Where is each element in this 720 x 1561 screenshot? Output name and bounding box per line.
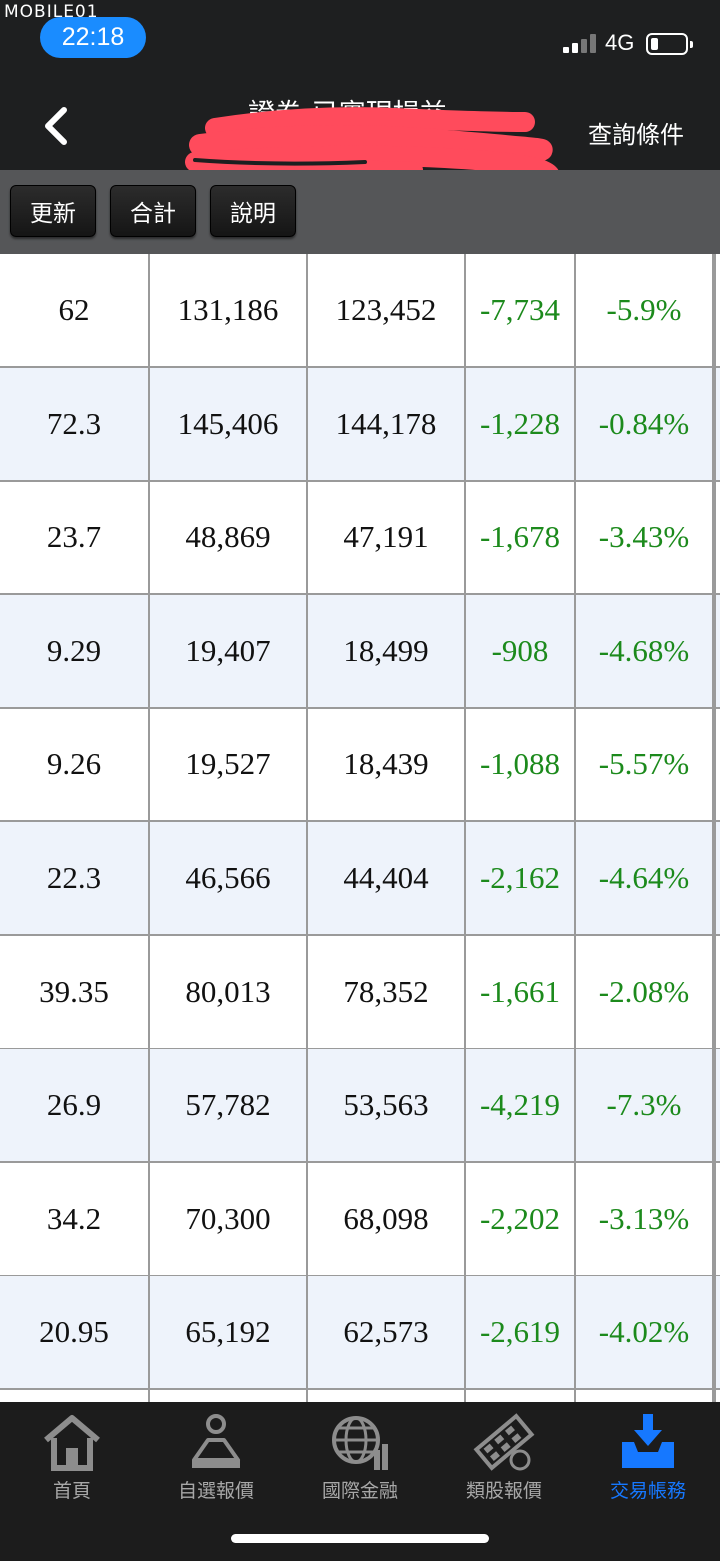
refresh-button[interactable]: 更新 [10,185,96,237]
proceeds-cell: 44,404 [308,822,466,934]
home-indicator[interactable] [231,1534,489,1543]
price-cell: 20.95 [0,1276,150,1388]
network-type: 4G [605,30,635,55]
table-row[interactable]: 26.9 57,782 53,563 -4,219 -7.3% [0,1049,720,1163]
return-pct-cell: -4.02% [576,1276,714,1388]
return-pct-cell: -3.13% [576,1163,714,1275]
price-cell: 22.3 [0,822,150,934]
toolbar: 更新 合計 說明 [0,170,720,254]
price-cell [0,1390,150,1402]
home-icon [44,1415,100,1471]
return-pct-cell [576,1390,714,1402]
realized-pnl-table[interactable]: 62 131,186 123,452 -7,734 -5.9% 72.3 145,406 14… [0,254,720,1402]
return-pct-cell: -2.08% [576,936,714,1048]
tab-label: 自選報價 [177,1480,254,1502]
tab-home[interactable]: 首頁 [0,1410,144,1510]
proceeds-cell: 18,499 [308,595,466,707]
pnl-cell: -2,619 [466,1276,576,1388]
pnl-cell: -4,219 [466,1049,576,1161]
price-cell: 23.7 [0,481,150,593]
table-row[interactable]: 20.95 65,192 62,573 -2,619 -4.02% [0,1276,720,1390]
cost-cell: 131,186 [150,254,308,366]
cost-cell: 48,869 [150,481,308,593]
cost-cell: 19,407 [150,595,308,707]
download-tray-icon [622,1414,674,1468]
pnl-cell: -1,228 [466,368,576,480]
return-pct-cell: -4.64% [576,822,714,934]
price-cell: 62 [0,254,150,366]
pnl-cell [466,1390,576,1402]
price-cell: 39.35 [0,936,150,1048]
globe-icon [332,1416,388,1470]
return-pct-cell: -7.3% [576,1049,714,1161]
pnl-cell: -1,661 [466,936,576,1048]
table-row[interactable]: 9.26 19,527 18,439 -1,088 -5.57% [0,708,720,822]
proceeds-cell: 47,191 [308,481,466,593]
return-pct-cell: -3.43% [576,481,714,593]
column-divider [714,254,716,1402]
tab-watchlist[interactable]: 自選報價 [144,1410,288,1510]
price-cell: 26.9 [0,1049,150,1161]
return-pct-cell: -0.84% [576,368,714,480]
table-row[interactable]: 34.2 70,300 68,098 -2,202 -3.13% [0,1163,720,1277]
pnl-cell: -7,734 [466,254,576,366]
table-row[interactable] [0,1390,720,1402]
proceeds-cell: 53,563 [308,1049,466,1161]
table-row[interactable]: 9.29 19,407 18,499 -908 -4.68% [0,595,720,709]
tab-label: 首頁 [52,1480,91,1502]
proceeds-cell: 123,452 [308,254,466,366]
cost-cell: 46,566 [150,822,308,934]
cost-cell: 19,527 [150,708,308,820]
tab-international[interactable]: 國際金融 [288,1410,432,1510]
pnl-cell: -1,088 [466,708,576,820]
tab-label: 類股報價 [465,1480,542,1502]
price-cell: 9.29 [0,595,150,707]
help-button[interactable]: 說明 [210,185,296,237]
proceeds-cell: 78,352 [308,936,466,1048]
table-row[interactable]: 39.35 80,013 78,352 -1,661 -2.08% [0,936,720,1050]
cost-cell: 80,013 [150,936,308,1048]
signal-icon [563,33,597,53]
proceeds-cell: 144,178 [308,368,466,480]
cost-cell: 70,300 [150,1163,308,1275]
back-chevron-icon[interactable] [36,104,80,148]
status-time: 22:18 [40,17,146,58]
total-button[interactable]: 合計 [110,185,196,237]
battery-icon [646,33,693,55]
tab-sector-quotes[interactable]: 類股報價 [432,1410,576,1510]
return-pct-cell: -4.68% [576,595,714,707]
sector-film-icon [473,1413,535,1471]
watchlist-icon [192,1414,240,1468]
return-pct-cell: -5.57% [576,708,714,820]
price-cell: 72.3 [0,368,150,480]
pnl-cell: -1,678 [466,481,576,593]
tab-label: 交易帳務 [609,1480,686,1502]
cost-cell [150,1390,308,1402]
table-row[interactable]: 72.3 145,406 144,178 -1,228 -0.84% [0,368,720,482]
proceeds-cell [308,1390,466,1402]
pnl-cell: -908 [466,595,576,707]
return-pct-cell: -5.9% [576,254,714,366]
pnl-cell: -2,202 [466,1163,576,1275]
table-row[interactable]: 62 131,186 123,452 -7,734 -5.9% [0,254,720,368]
price-cell: 9.26 [0,708,150,820]
cost-cell: 145,406 [150,368,308,480]
proceeds-cell: 68,098 [308,1163,466,1275]
query-conditions-button[interactable]: 查詢條件 [588,115,684,150]
tab-label: 國際金融 [321,1480,398,1502]
table-row[interactable]: 22.3 46,566 44,404 -2,162 -4.64% [0,822,720,936]
table-row[interactable]: 23.7 48,869 47,191 -1,678 -3.43% [0,481,720,595]
header: MOBILE01 22:18 4G 證券-已實現損益 查詢條件 [0,0,720,190]
proceeds-cell: 18,439 [308,708,466,820]
tab-trading-account[interactable]: 交易帳務 [576,1410,720,1510]
proceeds-cell: 62,573 [308,1276,466,1388]
price-cell: 34.2 [0,1163,150,1275]
pnl-cell: -2,162 [466,822,576,934]
cost-cell: 57,782 [150,1049,308,1161]
cost-cell: 65,192 [150,1276,308,1388]
